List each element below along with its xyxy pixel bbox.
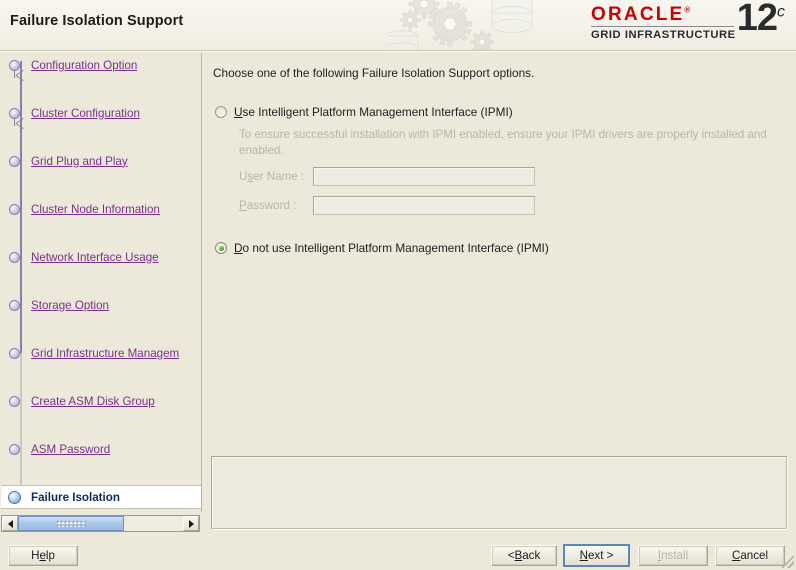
brand-divider [591, 26, 734, 27]
sidebar-item-label: Create ASM Disk Group [31, 395, 155, 408]
radio-button-use-ipmi[interactable] [215, 106, 227, 118]
cancel-button[interactable]: Cancel [715, 545, 785, 566]
sidebar-item-label: ASM Password [31, 443, 110, 456]
username-input[interactable] [313, 167, 535, 186]
sidebar-item-grid-infrastructure-managem[interactable]: Grid Infrastructure Managem [1, 341, 202, 365]
sidebar-item-label: Configuration Option [31, 59, 137, 72]
scroll-left-button[interactable] [2, 516, 18, 531]
header-separator [0, 50, 796, 52]
scroll-right-button[interactable] [183, 516, 199, 531]
step-bullet-icon [9, 60, 20, 71]
password-label: Password : [239, 199, 313, 212]
sidebar-item-asm-password[interactable]: ASM Password [1, 437, 202, 461]
scrollbar-thumb[interactable] [18, 516, 124, 531]
installer-window: Failure Isolation Support [0, 0, 796, 570]
next-button[interactable]: Next > [563, 544, 630, 567]
sidebar-item-label: Cluster Node Information [31, 203, 160, 216]
left-arrow-icon [8, 520, 13, 528]
install-button: Install [638, 545, 708, 566]
step-bullet-icon [8, 491, 21, 504]
step-bullet-icon [9, 348, 20, 359]
sidebar-item-label: Network Interface Usage [31, 251, 159, 264]
sidebar-item-create-asm-disk-group[interactable]: Create ASM Disk Group [1, 389, 202, 413]
oracle-wordmark: ORACLE® [591, 4, 690, 26]
step-bullet-icon [9, 204, 20, 215]
ipmi-hint-text: To ensure successful installation with I… [239, 127, 769, 159]
version-number: 12c [737, 0, 785, 37]
sidebar-item-failure-isolation[interactable]: Failure Isolation [1, 485, 201, 509]
nav-step-list: Configuration Option Cluster Configuratio… [1, 53, 202, 485]
scrollbar-track[interactable] [18, 516, 183, 531]
sidebar-item-storage-option[interactable]: Storage Option [1, 293, 202, 317]
radio-option-no-ipmi[interactable]: Do not use Intelligent Platform Manageme… [215, 241, 549, 255]
oracle-logo: ORACLE® GRID INFRASTRUCTURE 12c [591, 3, 787, 47]
product-name: GRID INFRASTRUCTURE [591, 29, 736, 41]
username-field-row: User Name : [239, 166, 535, 187]
password-input[interactable] [313, 196, 535, 215]
header-banner: Failure Isolation Support [0, 0, 796, 50]
step-bullet-icon [9, 444, 20, 455]
back-button[interactable]: < Back [491, 545, 557, 566]
password-field-row: Password : [239, 195, 535, 216]
radio-option-use-ipmi[interactable]: Use Intelligent Platform Management Inte… [215, 105, 513, 119]
registered-trademark-icon: ® [684, 6, 690, 15]
radio-label-use-ipmi: Use Intelligent Platform Management Inte… [234, 105, 513, 119]
username-label: User Name : [239, 170, 313, 183]
resize-grip-icon[interactable] [782, 556, 794, 568]
sidebar-item-label: Failure Isolation [31, 491, 120, 504]
step-bullet-icon [9, 252, 20, 263]
right-arrow-icon [189, 520, 194, 528]
scrollbar-grip-icon [56, 520, 86, 527]
instruction-text: Choose one of the following Failure Isol… [213, 66, 534, 80]
main-content: Choose one of the following Failure Isol… [203, 53, 796, 540]
sidebar-item-cluster-node-information[interactable]: Cluster Node Information [1, 197, 202, 221]
navigation-sidebar: Configuration Option Cluster Configuratio… [1, 53, 202, 512]
step-bullet-icon [9, 300, 20, 311]
page-title: Failure Isolation Support [10, 13, 183, 29]
ipmi-credentials-group: User Name : Password : [239, 166, 535, 224]
sidebar-item-label: Grid Plug and Play [31, 155, 128, 168]
message-panel [211, 456, 787, 529]
gears-databases-decoration [388, 0, 588, 50]
sidebar-item-configuration-option[interactable]: Configuration Option [1, 53, 202, 77]
sidebar-horizontal-scrollbar[interactable] [1, 515, 200, 532]
button-bar: Help < Back Next > Install Cancel [0, 540, 796, 570]
radio-label-no-ipmi: Do not use Intelligent Platform Manageme… [234, 241, 549, 255]
sidebar-item-label: Cluster Configuration [31, 107, 140, 120]
sidebar-item-label: Grid Infrastructure Managem [31, 347, 179, 360]
radio-button-no-ipmi[interactable] [215, 242, 227, 254]
step-bullet-icon [9, 156, 20, 167]
sidebar-item-network-interface-usage[interactable]: Network Interface Usage [1, 245, 202, 269]
step-bullet-icon [9, 396, 20, 407]
step-bullet-icon [9, 108, 20, 119]
sidebar-item-label: Storage Option [31, 299, 109, 312]
help-button[interactable]: Help [8, 545, 78, 566]
sidebar-item-cluster-configuration[interactable]: Cluster Configuration [1, 101, 202, 125]
sidebar-item-grid-plug-and-play[interactable]: Grid Plug and Play [1, 149, 202, 173]
